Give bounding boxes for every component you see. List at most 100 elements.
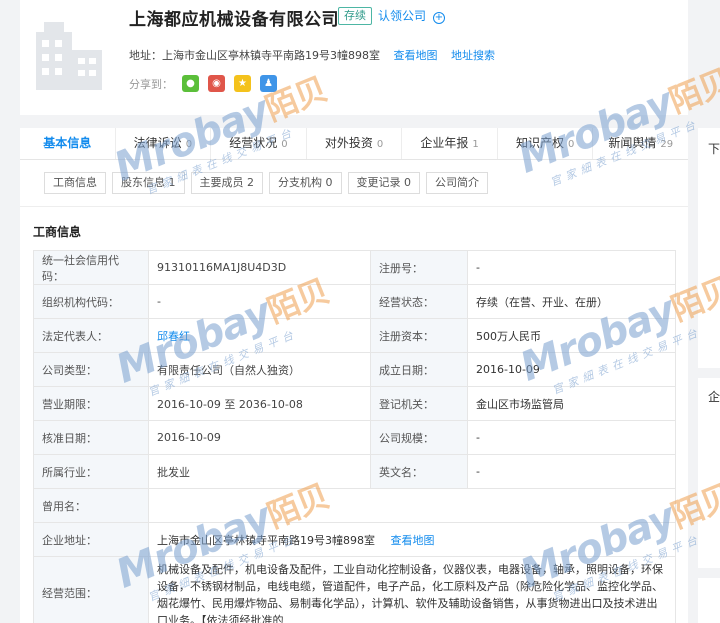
subtab-count: 0 — [325, 176, 333, 189]
field-label: 统一社会信用代码： — [33, 250, 149, 285]
subtab-changes[interactable]: 变更记录 0 — [347, 172, 420, 194]
table-row: 经营范围： 机械设备及配件，机电设备及配件，工业自动化控制设备，仪器仪表，电器设… — [33, 556, 676, 623]
company-name: 上海都应机械设备有限公司 — [129, 10, 339, 30]
subtab-label: 工商信息 — [53, 176, 97, 189]
subtab-profile[interactable]: 公司简介 — [426, 172, 488, 194]
table-row: 公司类型： 有限责任公司（自然人独资） 成立日期： 2016-10-09 — [33, 352, 676, 387]
field-value: - — [467, 250, 676, 285]
side-panel-title: 企 — [708, 390, 720, 404]
field-label: 公司规模： — [370, 420, 468, 455]
claim-company-link[interactable]: 认领公司 — [378, 7, 426, 24]
tab-news[interactable]: 新闻舆情 29 — [593, 128, 688, 159]
qzone-icon[interactable]: ★ — [234, 75, 251, 92]
address-value: 上海市金山区亭林镇寺平南路19号3幢898室 — [157, 533, 375, 547]
section-title: 工商信息 — [33, 225, 82, 239]
field-label: 经营状态： — [370, 284, 468, 319]
table-row: 统一社会信用代码： 91310116MA1J8U4D3D 注册号： - — [33, 250, 676, 285]
table-row: 所属行业： 批发业 英文名： - — [33, 454, 676, 489]
view-map-link[interactable]: 查看地图 — [391, 534, 435, 547]
table-row: 核准日期： 2016-10-09 公司规模： - — [33, 420, 676, 455]
field-label: 组织机构代码： — [33, 284, 149, 319]
side-panel-title: 下 — [708, 142, 720, 156]
legal-rep-cell: 邱春红 — [148, 318, 371, 353]
weibo-icon[interactable]: ◉ — [208, 75, 225, 92]
field-label: 核准日期： — [33, 420, 149, 455]
tab-count: 0 — [376, 139, 384, 150]
field-label: 曾用名： — [33, 488, 149, 523]
tab-basic-info[interactable]: 基本信息 — [20, 128, 116, 159]
address-row: 地址：上海市金山区亭林镇寺平南路19号3幢898室 查看地图 地址搜索 — [129, 47, 495, 63]
subtab-shareholders[interactable]: 股东信息 1 — [112, 172, 185, 194]
subtab-members[interactable]: 主要成员 2 — [190, 172, 263, 194]
tab-label: 对外投资 — [324, 136, 373, 150]
sub-tabs: 工商信息 股东信息 1 主要成员 2 分支机构 0 变更记录 0 公司简介 — [44, 172, 494, 194]
subtab-label: 变更记录 — [356, 176, 401, 189]
tab-operation[interactable]: 经营状况 0 — [211, 128, 307, 159]
tab-label: 法律诉讼 — [133, 136, 182, 150]
tab-count: 0 — [281, 139, 288, 150]
field-label: 英文名： — [370, 454, 468, 489]
view-map-link[interactable]: 查看地图 — [394, 49, 438, 62]
field-label: 营业期限： — [33, 386, 149, 421]
share-row: 分享到： ● ◉ ★ ♟ — [129, 75, 277, 92]
field-label: 注册号： — [370, 250, 468, 285]
subtab-branches[interactable]: 分支机构 0 — [269, 172, 342, 194]
qq-icon[interactable]: ♟ — [260, 75, 277, 92]
address-cell: 上海市金山区亭林镇寺平南路19号3幢898室 查看地图 — [148, 522, 676, 557]
subtab-label: 公司简介 — [435, 176, 479, 189]
field-value: - — [148, 284, 371, 319]
tab-label: 基本信息 — [43, 136, 92, 150]
tab-legal[interactable]: 法律诉讼 0 — [116, 128, 212, 159]
field-label: 企业地址： — [33, 522, 149, 557]
field-value: 有限责任公司（自然人独资） — [148, 352, 371, 387]
subtab-business-info[interactable]: 工商信息 — [44, 172, 106, 194]
legal-rep-link[interactable]: 邱春红 — [157, 330, 190, 343]
tab-count: 0 — [185, 139, 193, 150]
table-row: 营业期限： 2016-10-09 至 2036-10-08 登记机关： 金山区市… — [33, 386, 676, 421]
business-scope-value: 机械设备及配件，机电设备及配件，工业自动化控制设备，仪器仪表，电器设备，轴承，照… — [148, 556, 676, 623]
subtab-label: 主要成员 — [199, 176, 244, 189]
address-text: 上海市金山区亭林镇寺平南路19号3幢898室 — [162, 49, 380, 62]
follow-plus-icon[interactable]: + — [433, 12, 445, 24]
field-label: 公司类型： — [33, 352, 149, 387]
field-value: 2016-10-09 — [148, 420, 371, 455]
tab-label: 经营状况 — [229, 136, 278, 150]
business-info-table: 统一社会信用代码： 91310116MA1J8U4D3D 注册号： - 组织机构… — [33, 250, 676, 623]
field-value — [148, 488, 676, 523]
field-value: - — [467, 420, 676, 455]
address-search-link[interactable]: 地址搜索 — [451, 49, 495, 62]
table-row: 曾用名： — [33, 488, 676, 523]
table-row: 法定代表人： 邱春红 注册资本： 500万人民币 — [33, 318, 676, 353]
main-panel: 基本信息 法律诉讼 0 经营状况 0 对外投资 0 企业年报 1 知识产权 0 新闻舆情 2… — [20, 128, 688, 623]
tab-label: 企业年报 — [420, 136, 469, 150]
share-label: 分享到： — [129, 77, 173, 91]
tab-count: 1 — [472, 139, 479, 150]
subtab-count: 1 — [168, 176, 176, 189]
status-badge: 存续 — [338, 7, 372, 25]
field-label: 所属行业： — [33, 454, 149, 489]
tab-investment[interactable]: 对外投资 0 — [307, 128, 403, 159]
tab-label: 知识产权 — [515, 136, 564, 150]
field-value: 存续（在营、开业、在册） — [467, 284, 676, 319]
field-value: 91310116MA1J8U4D3D — [148, 250, 371, 285]
address-label: 地址： — [129, 49, 162, 62]
field-value: 500万人民币 — [467, 318, 676, 353]
subtab-count: 0 — [404, 176, 411, 189]
tab-annual-report[interactable]: 企业年报 1 — [402, 128, 498, 159]
side-panel-top: 下 — [698, 128, 720, 368]
field-label: 注册资本： — [370, 318, 468, 353]
side-panel-bottom — [698, 578, 720, 623]
table-row: 企业地址： 上海市金山区亭林镇寺平南路19号3幢898室 查看地图 — [33, 522, 676, 557]
subtab-label: 分支机构 — [278, 176, 322, 189]
wechat-icon[interactable]: ● — [182, 75, 199, 92]
tab-label: 新闻舆情 — [608, 136, 657, 150]
section-divider — [20, 206, 688, 207]
tab-count: 29 — [660, 139, 674, 150]
subtab-count: 2 — [247, 176, 254, 189]
main-tabs: 基本信息 法律诉讼 0 经营状况 0 对外投资 0 企业年报 1 知识产权 0 新闻舆情 2… — [20, 128, 688, 160]
field-value: 金山区市场监管局 — [467, 386, 676, 421]
tab-ip[interactable]: 知识产权 0 — [498, 128, 594, 159]
field-value: - — [467, 454, 676, 489]
field-value: 2016-10-09 至 2036-10-08 — [148, 386, 371, 421]
tab-count: 0 — [568, 139, 575, 150]
